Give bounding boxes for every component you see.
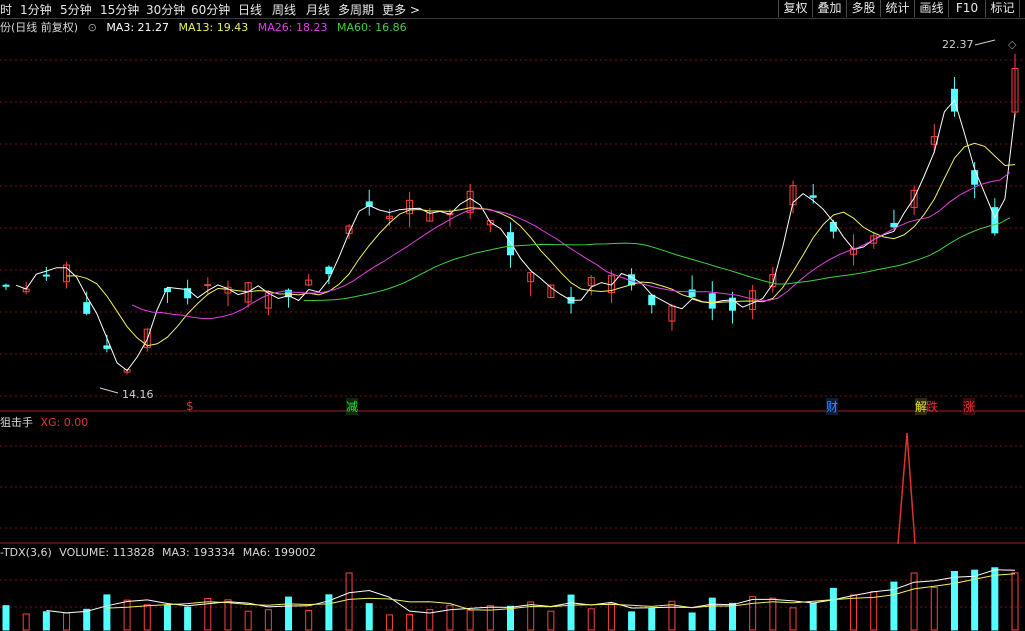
volume-bar <box>708 597 716 631</box>
kline-chart[interactable] <box>0 0 1025 631</box>
volume-bar <box>910 572 918 631</box>
volume-bar <box>486 605 494 631</box>
candle-body <box>507 232 514 256</box>
event-marker-reduce[interactable]: 减 <box>346 398 359 415</box>
volume-bar <box>143 604 151 631</box>
volume-bar <box>567 594 575 631</box>
volume-bar <box>224 599 232 631</box>
volume-bar <box>285 596 293 631</box>
candle-body <box>971 170 979 185</box>
volume-bar <box>991 567 999 631</box>
volume-bar <box>466 609 474 631</box>
volume-bar <box>42 611 50 631</box>
ma3-line <box>15 99 1016 372</box>
candle-body <box>688 289 696 297</box>
volume-bar <box>22 613 30 631</box>
event-marker-finance[interactable]: 财 <box>826 398 839 415</box>
candle-body <box>83 302 91 314</box>
volume-bar <box>345 572 353 631</box>
volume-ma3: MA3: 193334 <box>162 546 236 559</box>
volume-value: VOLUME: 113828 <box>59 546 155 559</box>
volume-bar <box>123 599 131 631</box>
candle-body <box>2 284 10 287</box>
volume-bar <box>728 602 736 631</box>
volume-bar <box>2 605 10 631</box>
volume-bar <box>769 597 777 631</box>
volume-bar <box>507 605 514 631</box>
volume-bar <box>789 607 797 631</box>
volume-bar <box>850 594 858 631</box>
xg-value: XG: 0.00 <box>40 416 89 429</box>
low-marker-line <box>99 387 119 394</box>
volume-bar <box>103 594 111 631</box>
volume-bar <box>547 610 555 631</box>
candle-body <box>890 222 898 228</box>
candle-body <box>708 293 716 309</box>
volume-bar <box>688 612 696 631</box>
volume-bar <box>648 607 656 631</box>
volume-bar <box>184 606 192 631</box>
candle-body <box>325 266 333 275</box>
sniper-indicator-header: 狙击手 XG: 0.00 <box>0 414 88 430</box>
candle-body <box>103 345 111 349</box>
event-marker-rise[interactable]: 涨 <box>963 398 976 415</box>
volume-bar <box>264 609 272 631</box>
volume-indicator-header: -TDX(3,6) VOLUME: 113828 MA3: 193334 MA6… <box>0 546 316 559</box>
diamond-icon[interactable]: ◇ <box>1008 38 1016 51</box>
volume-ma6: MA6: 199002 <box>242 546 316 559</box>
volume-bar <box>365 603 373 631</box>
event-marker-fall[interactable]: 跌 <box>926 398 938 415</box>
volume-bar <box>83 608 91 631</box>
high-price-label: 22.37 <box>942 38 974 51</box>
volume-bar <box>930 586 938 631</box>
candle-body <box>648 294 656 306</box>
volume-bar <box>1011 572 1019 631</box>
volume-bar <box>628 611 636 631</box>
event-marker-dividend[interactable]: $ <box>186 399 194 413</box>
volume-bar <box>163 605 171 631</box>
low-price-label: 14.16 <box>122 388 154 401</box>
volume-bar <box>829 587 837 631</box>
candle-body <box>42 274 50 277</box>
xg-spike <box>897 432 916 545</box>
high-marker-line <box>974 39 996 46</box>
volume-bar <box>406 614 414 631</box>
volume-bar <box>587 608 595 631</box>
candle-body <box>809 195 817 198</box>
sniper-name: 狙击手 <box>0 416 33 429</box>
candle-body <box>204 284 212 287</box>
volume-bar <box>809 602 817 631</box>
volume-bar <box>244 610 252 631</box>
volume-name: -TDX(3,6) <box>0 546 52 559</box>
candle-body <box>829 221 837 232</box>
volume-bar <box>749 596 757 631</box>
volume-bar <box>446 604 454 631</box>
volume-bar <box>385 614 393 631</box>
volume-bar <box>950 570 958 631</box>
volume-bar <box>305 610 313 631</box>
volume-bar <box>63 612 71 631</box>
volume-bar <box>668 600 676 631</box>
